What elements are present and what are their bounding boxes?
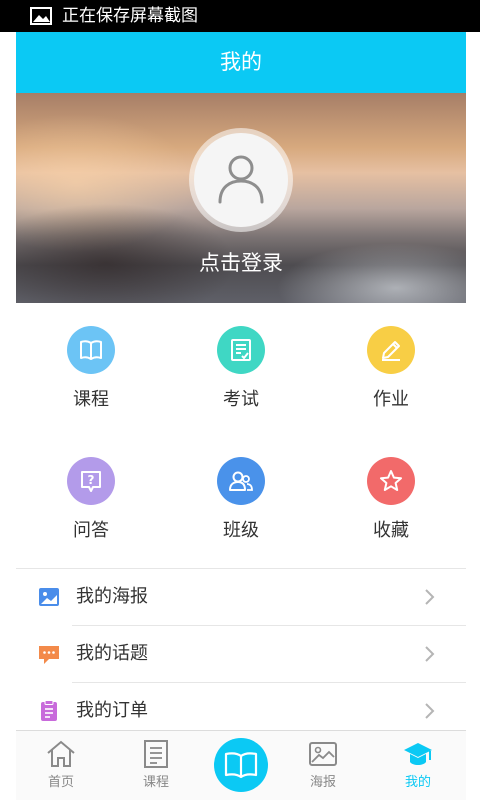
nav-label: 课程 <box>142 775 169 790</box>
grid-label: 班级 <box>223 520 259 541</box>
svg-text:?: ? <box>88 473 95 487</box>
menu-item-label: 我的订单 <box>76 700 148 721</box>
class-icon <box>217 457 265 505</box>
grid-label: 课程 <box>73 389 109 410</box>
nav-label: 首页 <box>47 775 74 790</box>
nav-posters[interactable]: 海报 <box>278 731 368 800</box>
nav-label: 海报 <box>309 775 336 790</box>
grid-label: 问答 <box>73 520 109 541</box>
status-bar: 正在保存屏幕截图 <box>0 0 480 32</box>
graduation-cap-icon <box>404 743 432 765</box>
center-action-button[interactable] <box>214 738 268 792</box>
nav-mine[interactable]: 我的 <box>373 731 463 800</box>
question-icon: ? <box>67 457 115 505</box>
grid-label: 作业 <box>373 389 409 410</box>
grid-label: 考试 <box>223 389 259 410</box>
nav-home[interactable]: 首页 <box>16 731 106 800</box>
page-title: 我的 <box>220 50 262 74</box>
grid-label: 收藏 <box>373 520 409 541</box>
avatar[interactable] <box>194 133 288 227</box>
course-list-icon <box>144 740 168 768</box>
poster-icon <box>39 588 59 606</box>
exam-icon <box>217 326 265 374</box>
picture-icon <box>309 742 337 766</box>
menu-item-my-topics[interactable]: 我的话题 <box>16 626 466 682</box>
user-icon <box>218 155 264 204</box>
chevron-right-icon <box>425 703 435 719</box>
nav-courses[interactable]: 课程 <box>111 731 201 800</box>
menu-item-label: 我的海报 <box>76 586 148 607</box>
status-text: 正在保存屏幕截图 <box>62 6 198 26</box>
chevron-right-icon <box>425 646 435 662</box>
star-icon <box>367 457 415 505</box>
app-screen: 我的 点击登录 课程 考试 作业 ? 问答 班级 收藏 我的海报 我的话题 我的… <box>16 32 466 800</box>
open-book-icon <box>224 752 258 779</box>
home-icon <box>47 740 75 767</box>
menu-item-label: 我的话题 <box>76 643 148 664</box>
book-icon <box>67 326 115 374</box>
order-icon <box>41 700 57 721</box>
nav-label: 我的 <box>404 775 431 790</box>
menu-item-my-poster[interactable]: 我的海报 <box>16 569 466 625</box>
topic-icon <box>39 646 59 664</box>
title-bar: 我的 <box>16 32 466 93</box>
image-icon <box>30 7 52 25</box>
chevron-right-icon <box>425 589 435 605</box>
login-link[interactable]: 点击登录 <box>16 250 466 276</box>
profile-banner: 点击登录 <box>16 93 466 303</box>
pencil-icon <box>367 326 415 374</box>
